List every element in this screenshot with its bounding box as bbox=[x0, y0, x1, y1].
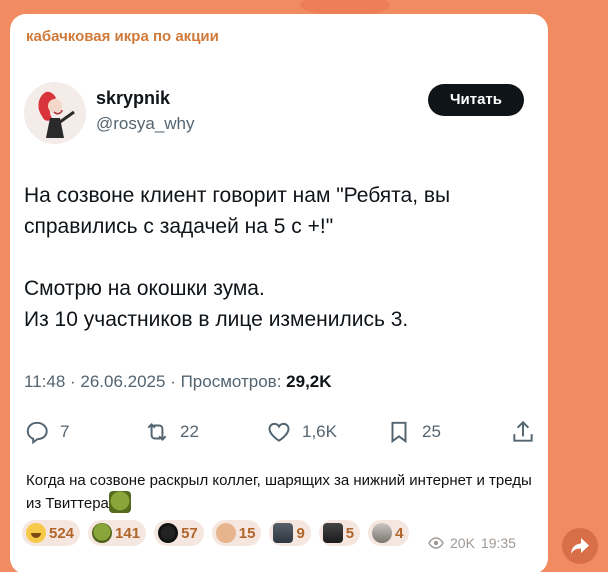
message-meta: 20K 19:35 bbox=[428, 535, 516, 551]
reaction-chip[interactable]: 57 bbox=[154, 520, 204, 546]
reaction-chip[interactable]: 524 bbox=[22, 520, 81, 546]
author-name[interactable]: skrypnik bbox=[96, 88, 170, 109]
avatar-illustration-icon bbox=[38, 91, 75, 138]
message-bubble: кабачковая икра по акции skrypnik @rosya… bbox=[10, 14, 548, 572]
reply-count: 7 bbox=[60, 422, 70, 441]
message-caption: Когда на созвоне раскрыл коллег, шарящих… bbox=[26, 470, 546, 514]
tweet-paragraph: На созвоне клиент говорит нам "Ребята, в… bbox=[24, 184, 451, 238]
reaction-count: 4 bbox=[395, 524, 404, 542]
shrek-emoji-icon bbox=[108, 491, 131, 513]
heart-icon bbox=[268, 422, 290, 442]
caption-text: Когда на созвоне раскрыл коллег, шарящих… bbox=[26, 472, 532, 512]
author-avatar[interactable] bbox=[24, 82, 86, 144]
reaction-count: 57 bbox=[181, 524, 198, 542]
reaction-count: 524 bbox=[49, 524, 75, 542]
eye-icon bbox=[428, 537, 444, 549]
photo-reaction-icon bbox=[372, 523, 393, 543]
bookmark-icon bbox=[391, 421, 407, 444]
like-button[interactable]: 1,6K bbox=[266, 419, 337, 445]
reaction-count: 9 bbox=[296, 524, 305, 542]
reaction-count: 5 bbox=[345, 524, 355, 542]
reaction-count: 15 bbox=[238, 524, 256, 542]
photo-reaction-icon bbox=[273, 523, 294, 543]
reaction-count: 141 bbox=[115, 524, 141, 542]
forward-arrow-icon bbox=[571, 538, 589, 554]
channel-name[interactable]: кабачковая икра по акции bbox=[26, 28, 219, 45]
tweet-text: На созвоне клиент говорит нам "Ребята, в… bbox=[24, 180, 534, 335]
reactions-bar: 524 141 57 15 9 5 4 bbox=[22, 520, 410, 548]
author-handle[interactable]: @rosya_why bbox=[96, 114, 195, 134]
bookmark-button[interactable]: 25 bbox=[386, 419, 441, 445]
share-tweet-button[interactable] bbox=[510, 419, 536, 445]
follow-button[interactable]: Читать bbox=[428, 84, 524, 116]
shrek-sticker-icon bbox=[92, 523, 113, 543]
retweet-button[interactable]: 22 bbox=[144, 419, 199, 445]
tweet-actions: 7 22 1,6K 25 bbox=[24, 416, 536, 448]
share-icon bbox=[513, 420, 533, 442]
bookmark-count: 25 bbox=[422, 422, 441, 441]
tweet-meta: 11:48 · 26.06.2025 · Просмотров: 29,2K bbox=[24, 372, 332, 392]
message-views: 20K bbox=[450, 535, 475, 551]
reaction-chip[interactable]: 5 bbox=[318, 520, 361, 546]
reply-button[interactable]: 7 bbox=[24, 419, 69, 445]
tweet-card[interactable]: skrypnik @rosya_why Читать На созвоне кл… bbox=[10, 64, 548, 466]
message-time: 19:35 bbox=[480, 535, 516, 551]
forward-button[interactable] bbox=[562, 528, 598, 564]
reaction-chip[interactable]: 4 bbox=[368, 520, 410, 546]
like-count: 1,6K bbox=[302, 422, 337, 441]
tweet-views: 29,2K bbox=[286, 372, 332, 391]
sunglasses-cat-icon bbox=[158, 523, 179, 543]
tweet-timestamp: 11:48 · 26.06.2025 · Просмотров: bbox=[24, 372, 287, 391]
reply-icon bbox=[26, 421, 48, 445]
tweet-paragraph: Смотрю на окошки зума. Из 10 участников … bbox=[24, 277, 409, 331]
reaction-chip[interactable]: 9 bbox=[269, 520, 311, 546]
hands-sticker-icon bbox=[215, 523, 236, 543]
retweet-count: 22 bbox=[180, 422, 199, 441]
photo-reaction-icon bbox=[322, 523, 343, 543]
reaction-chip[interactable]: 141 bbox=[88, 520, 147, 546]
retweet-icon bbox=[147, 423, 167, 441]
laugh-emoji-icon bbox=[26, 523, 46, 543]
reaction-chip[interactable]: 15 bbox=[211, 520, 262, 546]
